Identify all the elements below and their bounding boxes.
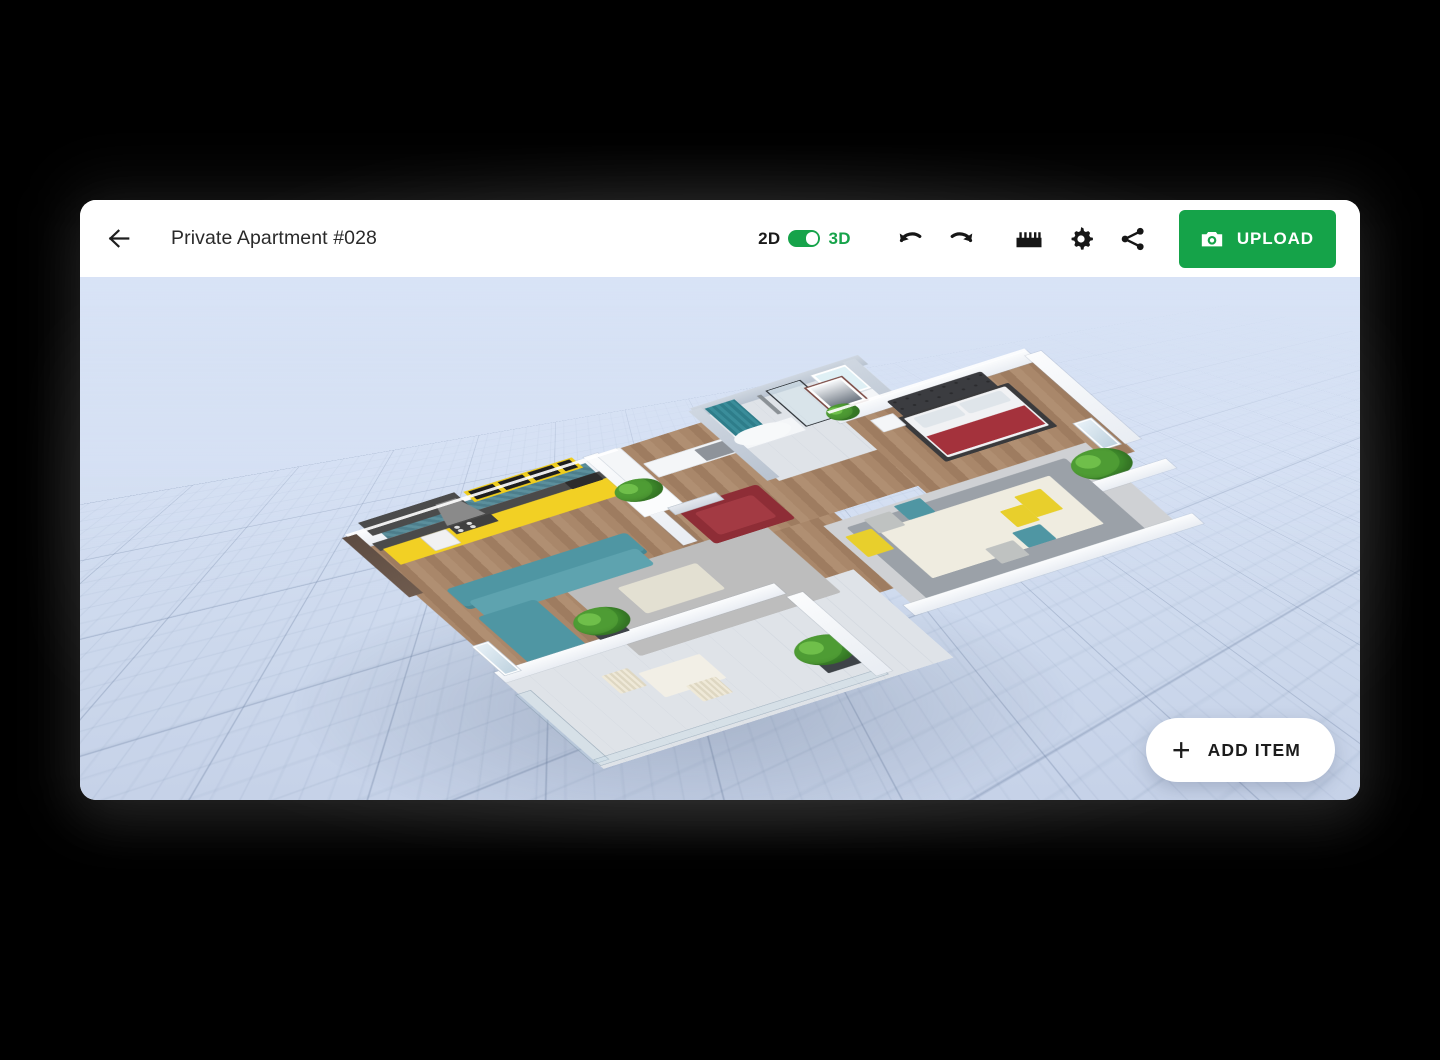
iso-container bbox=[211, 290, 1292, 800]
upload-button[interactable]: UPLOAD bbox=[1178, 209, 1336, 268]
redo-icon bbox=[950, 231, 973, 242]
toggle-switch[interactable] bbox=[788, 230, 821, 247]
undo-button[interactable] bbox=[891, 219, 931, 259]
back-button[interactable] bbox=[96, 216, 142, 262]
wall-kitchen-side bbox=[341, 533, 424, 598]
page-title: Private Apartment #028 bbox=[171, 227, 377, 249]
app-header: Private Apartment #028 2D 3D UPLOAD bbox=[80, 200, 1360, 277]
add-item-label: ADD ITEM bbox=[1207, 739, 1301, 760]
design-viewport-3d[interactable]: + ADD ITEM bbox=[80, 277, 1360, 800]
settings-button[interactable] bbox=[1061, 219, 1101, 259]
toggle-knob bbox=[805, 232, 819, 245]
share-button[interactable] bbox=[1113, 219, 1153, 259]
ruler-button[interactable] bbox=[1009, 219, 1049, 259]
editor-tools bbox=[1009, 219, 1153, 259]
camera-icon bbox=[1201, 231, 1222, 246]
screenshot-stage: Private Apartment #028 2D 3D UPLOAD + AD… bbox=[0, 0, 1440, 1060]
history-tools bbox=[891, 219, 981, 259]
upload-button-label: UPLOAD bbox=[1236, 228, 1314, 248]
plus-icon: + bbox=[1171, 732, 1192, 768]
share-icon bbox=[1121, 227, 1144, 250]
view-mode-toggle[interactable]: 2D 3D bbox=[758, 229, 851, 249]
redo-button[interactable] bbox=[941, 219, 981, 259]
header-actions: 2D 3D UPLOAD bbox=[758, 200, 1360, 277]
arrow-left-icon bbox=[108, 229, 129, 248]
ruler-icon bbox=[1016, 231, 1042, 247]
toggle-label-2d: 2D bbox=[758, 228, 781, 248]
add-item-button[interactable]: + ADD ITEM bbox=[1145, 718, 1335, 782]
app-window: Private Apartment #028 2D 3D UPLOAD + AD… bbox=[80, 200, 1360, 800]
toggle-label-3d: 3D bbox=[828, 228, 851, 248]
gear-icon bbox=[1071, 226, 1093, 250]
undo-icon bbox=[899, 231, 922, 242]
